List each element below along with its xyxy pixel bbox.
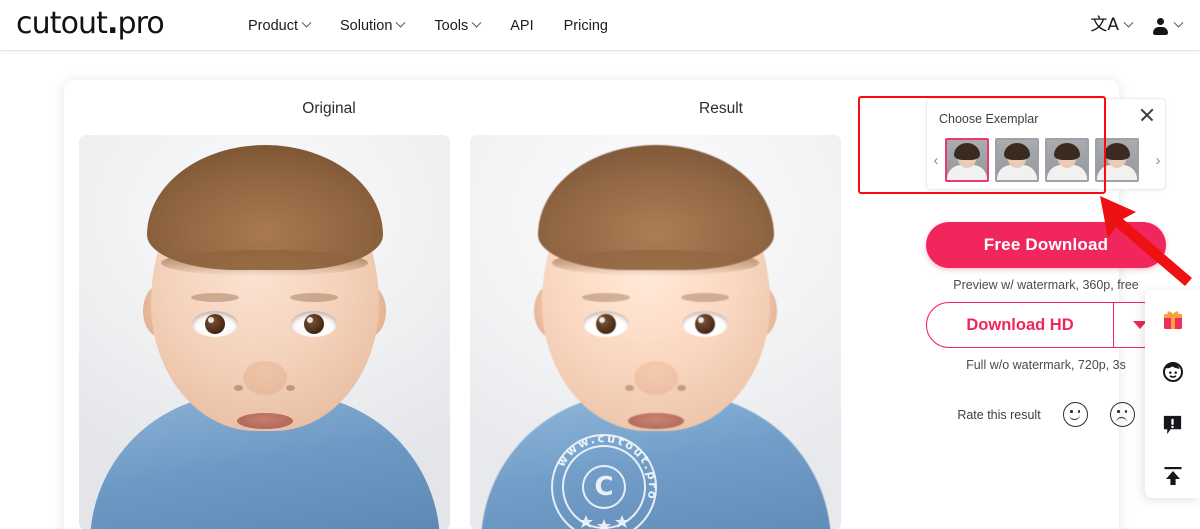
feedback-icon[interactable]: [1153, 406, 1193, 442]
translate-icon: 文A: [1090, 15, 1119, 35]
chevron-down-icon: [1173, 17, 1184, 28]
original-image-pane[interactable]: [79, 135, 450, 529]
user-account-icon: [1152, 17, 1169, 35]
carousel-next-icon[interactable]: ›: [1149, 153, 1167, 168]
logo-text-dot: .: [107, 6, 118, 41]
choose-exemplar-title: Choose Exemplar: [939, 112, 1039, 126]
page-root: cutout.pro Product Solution Tools API Pr…: [0, 0, 1200, 529]
download-hd-button[interactable]: Download HD: [927, 303, 1113, 347]
original-column-title: Original: [302, 100, 356, 117]
choose-exemplar-panel: Choose Exemplar ‹ ›: [926, 98, 1166, 190]
rate-result-label: Rate this result: [957, 407, 1041, 422]
close-icon[interactable]: [1139, 107, 1155, 123]
sad-face-icon[interactable]: [1109, 402, 1135, 427]
exemplar-thumbnail-4[interactable]: [1095, 138, 1139, 182]
result-actions-column: Choose Exemplar ‹ › Free Download Previe…: [926, 98, 1166, 427]
nav-item-api[interactable]: API: [510, 18, 533, 34]
exemplar-thumbnail-2[interactable]: [995, 138, 1039, 182]
nav-label-api: API: [510, 17, 534, 34]
free-download-button[interactable]: Free Download: [926, 222, 1166, 268]
result-portrait-photo: [470, 135, 841, 529]
nav-label-solution: Solution: [339, 17, 393, 34]
free-download-caption: Preview w/ watermark, 360p, free: [953, 278, 1139, 292]
account-menu[interactable]: [1152, 17, 1184, 35]
header-actions: 文A: [1090, 0, 1184, 51]
logo-text-main: cutout: [16, 6, 108, 41]
result-column-title: Result: [699, 100, 743, 117]
original-portrait-photo: [79, 135, 450, 529]
exemplar-thumbnail-3[interactable]: [1045, 138, 1089, 182]
nav-item-pricing[interactable]: Pricing: [564, 18, 608, 34]
nav-label-tools: Tools: [434, 17, 469, 34]
nav-label-pricing: Pricing: [563, 17, 608, 34]
exemplar-thumbnail-list: [945, 138, 1149, 182]
download-hd-group: Download HD: [926, 302, 1166, 348]
chevron-down-icon: [471, 17, 482, 28]
floating-side-toolbar: [1145, 290, 1200, 498]
nav-item-product[interactable]: Product: [248, 17, 312, 34]
scroll-to-top-icon[interactable]: [1153, 458, 1193, 494]
gift-icon[interactable]: [1153, 302, 1193, 338]
chevron-down-icon: [301, 17, 312, 28]
carousel-prev-icon[interactable]: ‹: [927, 153, 945, 168]
chevron-down-icon: [395, 17, 406, 28]
avatar-face-icon[interactable]: [1153, 354, 1193, 390]
nav-item-tools[interactable]: Tools: [434, 17, 482, 34]
language-switcher[interactable]: 文A: [1090, 15, 1134, 35]
nav-item-solution[interactable]: Solution: [339, 17, 406, 34]
download-hd-caption: Full w/o watermark, 720p, 3s: [966, 358, 1126, 372]
happy-face-icon[interactable]: [1062, 402, 1088, 427]
exemplar-carousel: ‹ ›: [927, 136, 1167, 184]
rate-result-row: Rate this result: [926, 402, 1166, 427]
logo-text-suffix: pro: [117, 6, 165, 41]
editor-card: Original Result www.cutout.pro C Choose …: [64, 80, 1166, 529]
exemplar-thumbnail-1[interactable]: [945, 138, 989, 182]
site-logo[interactable]: cutout.pro: [16, 6, 165, 41]
site-header: cutout.pro Product Solution Tools API Pr…: [0, 0, 1200, 51]
main-navigation: Product Solution Tools API Pricing: [248, 0, 608, 51]
nav-label-product: Product: [248, 17, 298, 34]
result-image-pane[interactable]: www.cutout.pro C: [470, 135, 841, 529]
chevron-down-icon: [1123, 17, 1134, 28]
